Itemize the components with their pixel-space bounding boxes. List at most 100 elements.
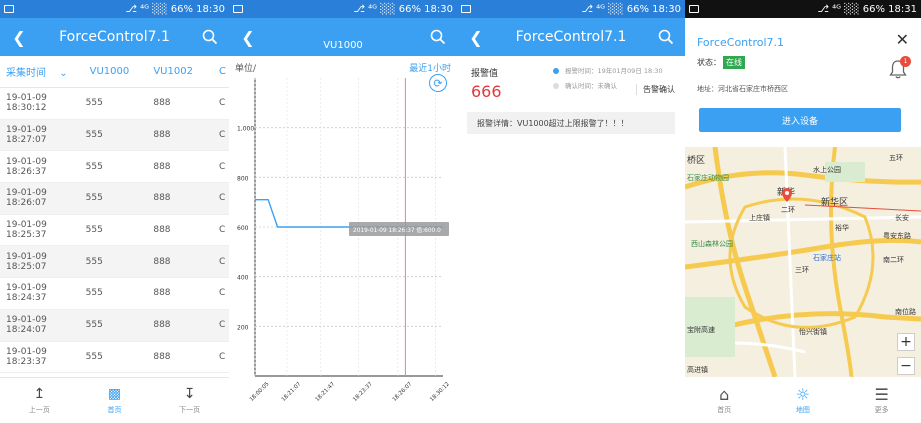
page-title: ForceControl7.1 — [515, 29, 627, 45]
device-map-screen: ⎇ ⁴ᴳ ░░ 66% 18:31 ForceControl7.1 ✕ 状态： … — [685, 0, 921, 423]
x-tick-label: 18:21:47 — [315, 381, 337, 403]
row-time: 19-01-09 18:25:07 — [6, 251, 47, 272]
row-time: 19-01-09 18:26:37 — [6, 156, 47, 177]
close-icon[interactable]: ✕ — [896, 30, 909, 49]
trend-chart[interactable]: 200 400 600 800 1,000 18:00:05 18:21:07 18:21:4… — [229, 78, 457, 423]
alarm-detail: 报警详情：VU1000超过上限报警了！！！ — [467, 112, 675, 134]
row-more: C — [219, 256, 226, 267]
tab-map[interactable]: ☼ 地图 — [796, 385, 810, 415]
status-signal: ⎇ ⁴ᴳ ░░ 66% — [817, 3, 885, 15]
y-tick-label: 600 — [237, 225, 249, 232]
page-title: ForceControl7.1 — [59, 29, 170, 45]
row-vu1000: 555 — [85, 193, 103, 204]
enter-device-button[interactable]: 进入设备 — [699, 108, 901, 132]
search-icon[interactable] — [655, 26, 677, 48]
table-row[interactable]: 19-01-09 18:26:37 555 888 C — [0, 151, 229, 184]
tooltip-text: 2019-01-09 18:26:37 值:600.0 — [353, 226, 441, 234]
column-header-more: C — [219, 66, 227, 77]
alarm-value-label: 报警值 — [471, 69, 499, 79]
home-icon: ⌂ — [719, 385, 730, 404]
map-icon: ☼ — [795, 385, 810, 404]
table-row[interactable]: 19-01-09 18:24:37 555 888 C — [0, 278, 229, 310]
notification-badge: 1 — [900, 56, 911, 67]
status-time: 18:31 — [888, 3, 917, 15]
y-tick-label: 400 — [237, 275, 249, 282]
row-more: C — [219, 98, 226, 109]
zoom-in-button[interactable]: + — [897, 333, 915, 351]
status-time: 18:30 — [196, 3, 225, 15]
status-signal: ⎇ ⁴ᴳ ░░ 66% — [581, 3, 649, 15]
alarm-time: 报警时间：19年01月09日 18:30 — [565, 67, 663, 75]
prev-page-button[interactable]: ↥ 上一页 — [29, 386, 50, 415]
row-time: 19-01-09 18:25:37 — [6, 220, 47, 241]
app-header: ❮ ForceControl7.1 — [0, 18, 229, 56]
status-bar: ⎇ ⁴ᴳ ░░ 66% 18:31 — [685, 0, 921, 18]
next-page-button[interactable]: ↧ 下一页 — [179, 386, 200, 415]
app-header: ❮ ForceControl7.1 — [457, 18, 685, 56]
row-time: 19-01-09 18:24:37 — [6, 283, 47, 304]
y-tick-label: 800 — [237, 175, 249, 182]
bottom-tab-bar: ⌂ 首页 ☼ 地图 ☰ 更多 — [685, 377, 921, 423]
table-row[interactable]: 19-01-09 18:25:07 555 888 C — [0, 246, 229, 279]
y-tick-label: 1,000 — [237, 126, 254, 133]
row-more: C — [219, 225, 226, 236]
x-tick-label: 18:23:37 — [352, 381, 374, 403]
time-range-selector[interactable]: 最近1小时 — [409, 61, 451, 74]
row-vu1002: 888 — [153, 320, 171, 331]
table-row[interactable]: 19-01-09 18:23:37 555 888 C — [0, 342, 229, 374]
alarm-value: 666 — [471, 82, 502, 101]
row-more: C — [219, 320, 226, 331]
row-vu1002: 888 — [153, 225, 171, 236]
bell-icon[interactable]: 1 — [887, 56, 911, 80]
row-vu1000: 555 — [85, 225, 103, 236]
row-vu1000: 555 — [85, 130, 103, 141]
status-bar: ⎇ ⁴ᴳ ░░ 66% 18:30 — [229, 0, 457, 18]
table-row[interactable]: 19-01-09 18:26:07 555 888 C — [0, 183, 229, 215]
back-icon[interactable]: ❮ — [8, 26, 30, 48]
table-row[interactable]: 19-01-09 18:24:07 555 888 C — [0, 309, 229, 342]
row-time: 19-01-09 18:24:07 — [6, 315, 47, 336]
table-row[interactable]: 19-01-09 18:30:12 555 888 C — [0, 88, 229, 120]
next-page-icon: ↧ — [183, 386, 196, 402]
unit-label: 单位/ — [235, 63, 257, 74]
tab-more[interactable]: ☰ 更多 — [874, 385, 888, 415]
status-bar: ⎇ ⁴ᴳ ░░ 66% 18:30 — [457, 0, 685, 18]
confirm-alarm-button[interactable]: 告警确认 — [636, 84, 675, 95]
device-title: ForceControl7.1 — [697, 36, 785, 49]
history-table-screen: ⎇ ⁴ᴳ ░░ 66% 18:30 ❮ ForceControl7.1 采集时间… — [0, 0, 229, 423]
table-row[interactable]: 19-01-09 18:27:07 555 888 C — [0, 119, 229, 152]
search-icon[interactable] — [427, 26, 449, 48]
row-more: C — [219, 288, 226, 299]
data-table-body[interactable]: 19-01-09 18:30:12 555 888 C 19-01-09 18:27:0… — [0, 88, 229, 374]
back-icon[interactable]: ❮ — [237, 26, 259, 48]
notification-icon — [233, 5, 243, 13]
map-view[interactable]: 桥区 石家庄动物园 水上公园 新华区 新华 上庄镇 长安 西山森林公园 粤安东路… — [685, 147, 921, 377]
chevron-down-icon[interactable]: ⌄ — [59, 68, 67, 79]
zoom-out-button[interactable]: − — [897, 357, 915, 375]
row-more: C — [219, 130, 226, 141]
row-vu1002: 888 — [153, 351, 171, 362]
row-time: 19-01-09 18:27:07 — [6, 125, 47, 146]
search-icon[interactable] — [199, 26, 221, 48]
row-vu1000: 555 — [85, 320, 103, 331]
status-bar: ⎇ ⁴ᴳ ░░ 66% 18:30 — [0, 0, 229, 18]
row-vu1002: 888 — [153, 161, 171, 172]
location-pin-icon[interactable] — [781, 187, 793, 207]
back-icon[interactable]: ❮ — [465, 26, 487, 48]
timeline-dot-icon — [553, 83, 559, 89]
column-header-vu1000: VU1000 — [89, 66, 130, 77]
tab-home[interactable]: ⌂ 首页 — [717, 385, 731, 415]
table-header: 采集时间 ⌄ VU1000 VU1002 C — [0, 56, 229, 88]
row-time: 19-01-09 18:23:37 — [6, 346, 47, 367]
row-time: 19-01-09 18:26:07 — [6, 188, 47, 209]
row-vu1002: 888 — [153, 98, 171, 109]
row-vu1002: 888 — [153, 256, 171, 267]
x-tick-label: 18:00:05 — [249, 381, 271, 403]
current-page-button[interactable]: ▩ 首页 — [107, 386, 121, 415]
table-row[interactable]: 19-01-09 18:25:37 555 888 C — [0, 215, 229, 247]
row-more: C — [219, 161, 226, 172]
row-vu1000: 555 — [85, 351, 103, 362]
column-header-time[interactable]: 采集时间 ⌄ — [0, 64, 88, 79]
device-status: 状态： 在线 — [697, 56, 745, 69]
row-vu1002: 888 — [153, 288, 171, 299]
